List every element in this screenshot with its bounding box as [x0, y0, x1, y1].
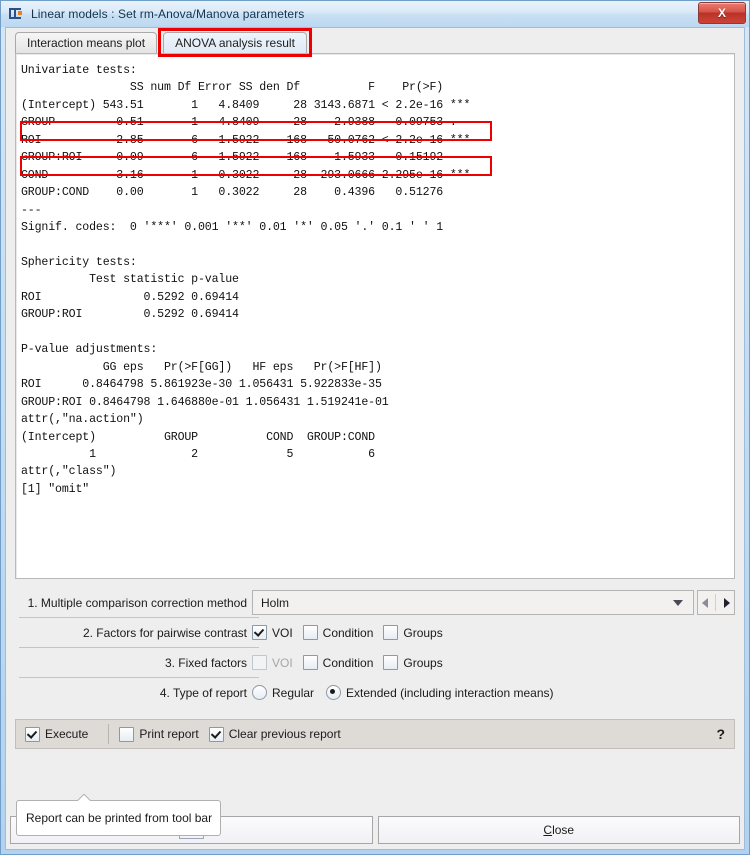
- help-icon[interactable]: ?: [704, 726, 725, 742]
- checkbox-label: Clear previous report: [228, 727, 341, 741]
- checkbox-icon: [252, 655, 267, 670]
- checkbox-icon: [302, 625, 318, 640]
- chevron-down-icon: [673, 600, 683, 606]
- fixed-factors-label: 3. Fixed factors: [164, 655, 247, 670]
- dialog-window: Linear models : Set rm-Anova/Manova para…: [0, 0, 750, 855]
- anova-report-panel[interactable]: Univariate tests: SS num Df Error SS den…: [15, 53, 735, 579]
- divider: [108, 724, 110, 744]
- checkbox-icon: [383, 655, 399, 670]
- checkbox-label: Execute: [45, 727, 89, 741]
- checkbox-print-report[interactable]: Print report: [119, 726, 199, 742]
- action-bar: Execute Print report Clear previous repo…: [15, 719, 735, 749]
- tab-strip: Interaction means plot ANOVA analysis re…: [6, 28, 744, 57]
- option-row-fixed-factors: 3. Fixed factors VOI Condition Groups: [15, 648, 735, 677]
- checkbox-label: Groups: [403, 655, 443, 670]
- title-bar: Linear models : Set rm-Anova/Manova para…: [1, 1, 749, 27]
- tab-anova-analysis-result[interactable]: ANOVA analysis result: [163, 32, 307, 53]
- correction-method-value: Holm: [261, 595, 290, 610]
- option-row-pairwise-factors: 2. Factors for pairwise contrast VOI Con…: [15, 618, 735, 647]
- pairwise-factors-label: 2. Factors for pairwise contrast: [82, 625, 247, 640]
- checkbox-icon: [208, 726, 224, 742]
- linear-models-icon: [8, 6, 24, 22]
- radio-icon: [252, 685, 267, 700]
- tab-anova-wrapper: ANOVA analysis result: [158, 28, 312, 57]
- checkbox-fixed-voi: VOI: [252, 655, 293, 670]
- checkbox-pairwise-condition[interactable]: Condition: [302, 625, 374, 640]
- window-title: Linear models : Set rm-Anova/Manova para…: [31, 7, 305, 21]
- print-report-tooltip: Report can be printed from tool bar: [16, 800, 221, 836]
- radio-label: Extended (including interaction means): [346, 685, 554, 700]
- report-type-label: 4. Type of report: [159, 685, 247, 700]
- close-button-label: lose: [552, 823, 575, 837]
- checkbox-fixed-groups[interactable]: Groups: [383, 655, 443, 670]
- checkbox-label: Condition: [322, 655, 374, 670]
- checkbox-label: Condition: [322, 625, 374, 640]
- close-icon[interactable]: X: [698, 2, 746, 24]
- option-row-correction-method: 1. Multiple comparison correction method…: [15, 588, 735, 617]
- close-button-mnemonic: C: [543, 823, 553, 837]
- checkbox-icon: [25, 726, 40, 742]
- arrow-left-icon[interactable]: [701, 597, 708, 608]
- radio-report-extended[interactable]: Extended (including interaction means): [326, 685, 553, 700]
- client-area: Interaction means plot ANOVA analysis re…: [5, 27, 745, 850]
- option-row-report-type: 4. Type of report Regular Extended (incl…: [15, 678, 735, 707]
- checkbox-clear-previous-report[interactable]: Clear previous report: [208, 726, 341, 742]
- correction-method-select[interactable]: Holm: [252, 590, 694, 615]
- radio-report-regular[interactable]: Regular: [252, 685, 314, 700]
- tab-interaction-means-plot[interactable]: Interaction means plot: [15, 32, 158, 53]
- checkbox-execute[interactable]: Execute: [25, 726, 89, 742]
- checkbox-pairwise-voi[interactable]: VOI: [252, 625, 293, 640]
- close-button[interactable]: Close: [377, 816, 740, 844]
- checkbox-pairwise-groups[interactable]: Groups: [383, 625, 443, 640]
- tooltip-text: Report can be printed from tool bar: [26, 811, 213, 825]
- correction-method-label: 1. Multiple comparison correction method: [27, 595, 247, 610]
- tooltip-pointer-icon: [77, 794, 91, 801]
- checkbox-fixed-condition[interactable]: Condition: [302, 655, 374, 670]
- checkbox-icon: [252, 625, 267, 640]
- radio-icon: [326, 685, 342, 700]
- radio-label: Regular: [272, 685, 315, 700]
- correction-method-stepper[interactable]: [697, 590, 735, 615]
- checkbox-icon: [302, 655, 318, 670]
- checkbox-label: VOI: [272, 625, 293, 640]
- checkbox-label: VOI: [272, 655, 293, 670]
- checkbox-icon: [383, 625, 399, 640]
- checkbox-label: Groups: [403, 625, 443, 640]
- arrow-right-icon[interactable]: [724, 597, 731, 608]
- options-section: 1. Multiple comparison correction method…: [15, 588, 735, 707]
- anova-report-text: Univariate tests: SS num Df Error SS den…: [21, 64, 471, 496]
- checkbox-icon: [119, 726, 135, 742]
- checkbox-label: Print report: [139, 727, 199, 741]
